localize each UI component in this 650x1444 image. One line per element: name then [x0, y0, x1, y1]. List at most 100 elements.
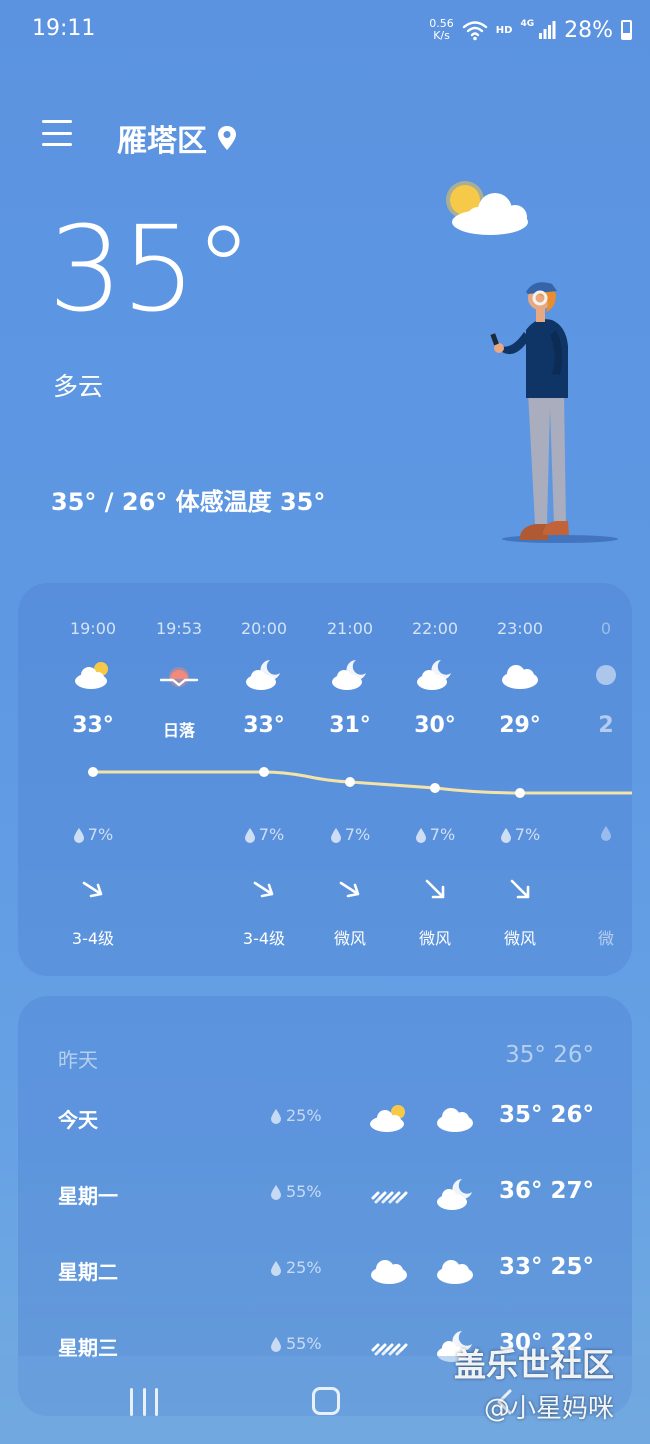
raindrop-icon — [73, 827, 84, 843]
hour-time: 23:00 — [496, 619, 544, 638]
wind-level: 3-4级 — [242, 929, 286, 948]
hour-precipitation: 7% — [475, 825, 565, 844]
battery-percent: 28% — [564, 17, 613, 43]
current-temperature: 35° — [48, 200, 253, 338]
hour-time: 19:53 — [155, 619, 203, 638]
hour-time: 19:00 — [69, 619, 117, 638]
hour-precipitation — [561, 825, 632, 841]
hour-time: 0 — [600, 619, 612, 638]
hour-temperature: 30° — [414, 713, 456, 738]
raindrop-icon — [271, 1108, 281, 1124]
day-label: 星期二 — [58, 1260, 118, 1284]
city-selector[interactable]: 雁塔区 — [117, 116, 237, 160]
partly-cloudy-day-icon — [370, 1105, 405, 1132]
sunset-icon — [159, 667, 199, 687]
raindrop-icon — [271, 1260, 281, 1276]
daily-row-yesterday[interactable]: 昨天 35° 26° — [18, 1038, 632, 1078]
wind-direction-arrow-icon — [82, 881, 103, 898]
hour-precipitation: 7% — [219, 825, 309, 844]
hour-time: 20:00 — [240, 619, 288, 638]
day-precipitation: 55% — [270, 1334, 322, 1353]
network-speed-unit: K/s — [433, 29, 450, 42]
raindrop-icon — [500, 827, 511, 843]
hourly-item: 0 2 微 — [561, 583, 632, 976]
day-label: 昨天 — [58, 1048, 98, 1072]
wifi-icon — [462, 21, 487, 41]
watermark-author: @小星妈咪 — [484, 1394, 615, 1424]
hour-precipitation: 7% — [390, 825, 480, 844]
hourly-item: 20:00 33° 7% 3-4级 — [219, 583, 309, 976]
battery-icon — [621, 20, 632, 40]
hour-temperature: 29° — [499, 713, 541, 738]
wind-level: 微 — [597, 929, 614, 948]
wind-level: 微风 — [333, 929, 366, 948]
day-temperatures: 33° 25° — [498, 1254, 594, 1280]
current-condition: 多云 — [53, 372, 104, 401]
status-indicators: 0.56 K/s HD 4G 28% — [429, 14, 632, 46]
raindrop-icon — [601, 826, 611, 841]
wind-direction-arrow-icon — [425, 879, 445, 899]
hourly-item: 19:53 日落 — [134, 583, 224, 976]
partly-cloudy-night-icon — [596, 665, 616, 685]
wind-direction-arrow-icon — [510, 879, 530, 899]
raindrop-icon — [415, 827, 426, 843]
home-icon[interactable] — [312, 1387, 340, 1415]
network-type-label: 4G — [520, 19, 535, 29]
day-label: 星期一 — [58, 1184, 118, 1208]
daily-row[interactable]: 星期一 55% 36° 27° — [18, 1174, 632, 1214]
weather-illustration — [446, 181, 618, 543]
precipitation-value: 7% — [87, 825, 114, 844]
daily-row[interactable]: 星期二 25% 33° 25° — [18, 1250, 632, 1290]
hour-temperature: 31° — [329, 713, 371, 738]
hd-badge: HD — [495, 24, 513, 36]
partly-cloudy-night-icon — [246, 660, 280, 690]
day-temperatures: 35° 26° — [498, 1102, 594, 1128]
partly-cloudy-night-icon — [332, 660, 366, 690]
precipitation-value: 25% — [286, 1106, 322, 1125]
hour-precipitation: 7% — [305, 825, 395, 844]
raindrop-icon — [271, 1184, 281, 1200]
network-speed: 0.56 K/s — [429, 18, 454, 42]
wind-level: 3-4级 — [71, 929, 115, 948]
day-temperatures: 35° 26° — [505, 1042, 594, 1068]
hourly-item: 21:00 31° 7% 微风 — [305, 583, 395, 976]
precipitation-value: 7% — [258, 825, 285, 844]
partly-cloudy-day-icon — [75, 662, 108, 689]
recents-icon[interactable] — [130, 1388, 158, 1416]
hour-temperature: 33° — [72, 713, 114, 738]
city-name: 雁塔区 — [117, 124, 207, 159]
hour-temperature: 33° — [243, 713, 285, 738]
cloudy-icon — [437, 1260, 473, 1284]
hi-lo-feels-like: 35° / 26° 体感温度 35° — [51, 488, 326, 516]
hourly-forecast-card[interactable]: 19:00 33° 7% 3-4级 19:53 日落 20:00 33° 7% … — [18, 583, 632, 976]
daily-row[interactable]: 今天 25% 35° 26° — [18, 1098, 632, 1138]
wind-level: 微风 — [418, 929, 451, 948]
partly-cloudy-night-icon — [437, 1179, 472, 1210]
day-precipitation: 25% — [270, 1106, 322, 1125]
signal-icon — [539, 21, 556, 39]
hourly-item: 23:00 29° 7% 微风 — [475, 583, 565, 976]
cloudy-icon — [371, 1260, 407, 1284]
wind-level: 微风 — [503, 929, 536, 948]
raindrop-icon — [271, 1336, 281, 1352]
precipitation-value: 7% — [344, 825, 371, 844]
day-temperatures: 36° 27° — [498, 1178, 594, 1204]
hamburger-menu-icon[interactable] — [42, 118, 72, 148]
precipitation-value: 7% — [429, 825, 456, 844]
day-precipitation: 25% — [270, 1258, 322, 1277]
cloudy-icon — [502, 665, 538, 689]
watermark-community: 盖乐世社区 — [454, 1346, 615, 1384]
precipitation-value: 7% — [514, 825, 541, 844]
raindrop-icon — [244, 827, 255, 843]
cloudy-icon — [437, 1108, 473, 1132]
sunset-label: 日落 — [162, 721, 195, 740]
rain-icon — [371, 1191, 408, 1204]
day-label: 今天 — [58, 1108, 98, 1132]
hourly-item: 19:00 33° 7% 3-4级 — [48, 583, 138, 976]
precipitation-value: 55% — [286, 1334, 322, 1353]
hourly-item: 22:00 30° 7% 微风 — [390, 583, 480, 976]
status-time: 19:11 — [32, 16, 96, 41]
wind-direction-arrow-icon — [339, 881, 360, 898]
day-precipitation: 55% — [270, 1182, 322, 1201]
hour-precipitation: 7% — [48, 825, 138, 844]
